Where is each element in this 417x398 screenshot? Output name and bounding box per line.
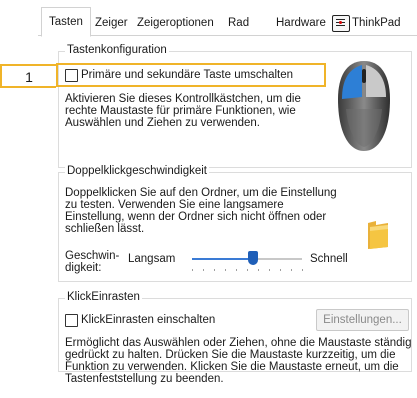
tab-thinkpad-label: ThinkPad bbox=[352, 17, 401, 29]
slider-tick bbox=[247, 269, 248, 271]
tab-tasten[interactable]: Tasten bbox=[41, 7, 91, 37]
folder-icon[interactable] bbox=[366, 219, 390, 251]
fast-label: Schnell bbox=[310, 253, 348, 265]
tab-bar: Tasten Zeiger Zeigeroptionen Rad Hardwar… bbox=[38, 5, 417, 37]
double-click-desc-1: Doppelklicken Sie auf den Ordner, um die… bbox=[65, 187, 337, 199]
thinkpad-icon bbox=[332, 15, 350, 32]
speed-label-2: digkeit: bbox=[65, 262, 102, 274]
click-lock-desc-3: Funktion zu verwenden. Klicken Sie die M… bbox=[65, 361, 399, 373]
button-config-title: Tastenkonfiguration bbox=[65, 44, 169, 56]
slider-tick bbox=[236, 269, 237, 271]
swap-buttons-label[interactable]: Primäre und sekundäre Taste umschalten bbox=[81, 69, 293, 82]
speed-slider-fill bbox=[192, 258, 253, 260]
mouse-icon bbox=[338, 61, 390, 151]
click-lock-desc-4: Tastenfeststellung zu beenden. bbox=[65, 373, 224, 385]
slider-tick bbox=[214, 269, 215, 271]
callout-number: 1 bbox=[0, 64, 56, 88]
double-click-desc-2: zu testen. Verwenden Sie eine langsamere bbox=[65, 199, 284, 211]
tab-rad[interactable]: Rad bbox=[228, 12, 249, 34]
slider-tick bbox=[291, 269, 292, 271]
slow-label: Langsam bbox=[128, 253, 176, 265]
speed-label-1: Geschwin- bbox=[65, 250, 120, 262]
tab-hardware[interactable]: Hardware bbox=[276, 12, 326, 34]
tab-zeiger[interactable]: Zeiger bbox=[95, 12, 128, 34]
double-click-title: Doppelklickgeschwindigkeit bbox=[65, 165, 209, 177]
tab-zeigeroptionen[interactable]: Zeigeroptionen bbox=[137, 12, 214, 34]
slider-tick bbox=[203, 269, 204, 271]
slider-tick bbox=[280, 269, 281, 271]
click-lock-label[interactable]: KlickEinrasten einschalten bbox=[81, 314, 215, 327]
slider-tick bbox=[225, 269, 226, 271]
speed-slider-thumb[interactable] bbox=[247, 251, 258, 265]
swap-buttons-checkbox[interactable] bbox=[65, 69, 78, 82]
click-lock-desc-1: Ermöglicht das Auswählen oder Ziehen, oh… bbox=[65, 337, 412, 349]
settings-button[interactable]: Einstellungen... bbox=[316, 309, 409, 331]
double-click-desc-3: Einstellung, wenn der Ordner sich nicht … bbox=[65, 211, 327, 223]
click-lock-desc-2: gedrückt zu halten. Drücken Sie die Maus… bbox=[65, 349, 396, 361]
button-config-desc-3: Auswählen und Ziehen zu verwenden. bbox=[65, 117, 260, 129]
slider-tick bbox=[269, 269, 270, 271]
button-config-desc-1: Aktivieren Sie dieses Kontrollkästchen, … bbox=[65, 93, 301, 105]
click-lock-title: KlickEinrasten bbox=[65, 291, 142, 303]
slider-tick bbox=[302, 269, 303, 271]
slider-tick bbox=[258, 269, 259, 271]
click-lock-checkbox[interactable] bbox=[65, 314, 78, 327]
double-click-desc-4: schließen lässt. bbox=[65, 223, 145, 235]
tab-thinkpad[interactable]: ThinkPad bbox=[332, 12, 401, 34]
button-config-desc-2: rechte Maustaste für primäre Funktionen,… bbox=[65, 105, 296, 117]
slider-tick bbox=[192, 269, 193, 271]
